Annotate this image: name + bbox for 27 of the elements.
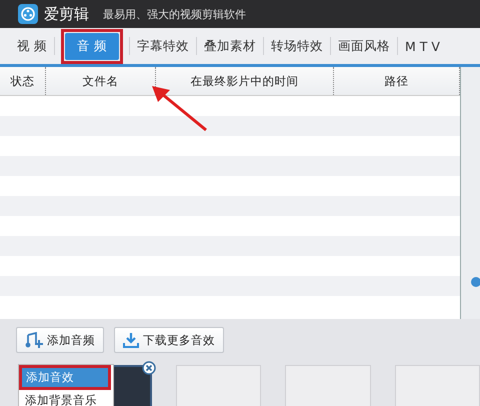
add-audio-button[interactable]: 添加音频: [16, 327, 104, 353]
film-reel-icon: [18, 4, 38, 24]
empty-slot[interactable]: [285, 365, 371, 406]
tab[interactable]: 画面风格: [330, 32, 397, 60]
tab[interactable]: 转场特效: [264, 32, 330, 60]
table-row[interactable]: [0, 196, 460, 216]
music-note-plus-icon: [25, 332, 43, 348]
tab[interactable]: 字幕特效: [130, 32, 196, 60]
tab[interactable]: 音 频: [64, 32, 119, 60]
menu-item[interactable]: 添加背景音乐: [21, 391, 111, 406]
empty-slot[interactable]: [176, 365, 262, 406]
app-subtitle: 最易用、强大的视频剪辑软件: [103, 6, 246, 22]
tab[interactable]: M T V: [398, 34, 447, 58]
column-header[interactable]: 路径: [334, 67, 460, 95]
column-header[interactable]: 状态: [0, 67, 46, 95]
table-row[interactable]: [0, 276, 460, 296]
tab[interactable]: 叠加素材: [196, 32, 263, 60]
app-title: 爱剪辑: [44, 4, 89, 24]
download-button[interactable]: 下载更多音效: [114, 327, 224, 353]
menu-item[interactable]: 添加音效: [22, 368, 108, 387]
tab[interactable]: 视 频: [10, 32, 54, 60]
table-row[interactable]: [0, 156, 460, 176]
table-row[interactable]: [0, 116, 460, 136]
download-icon: [123, 332, 139, 348]
table-row[interactable]: [0, 236, 460, 256]
close-icon[interactable]: [142, 361, 156, 375]
empty-slot[interactable]: [394, 365, 480, 406]
